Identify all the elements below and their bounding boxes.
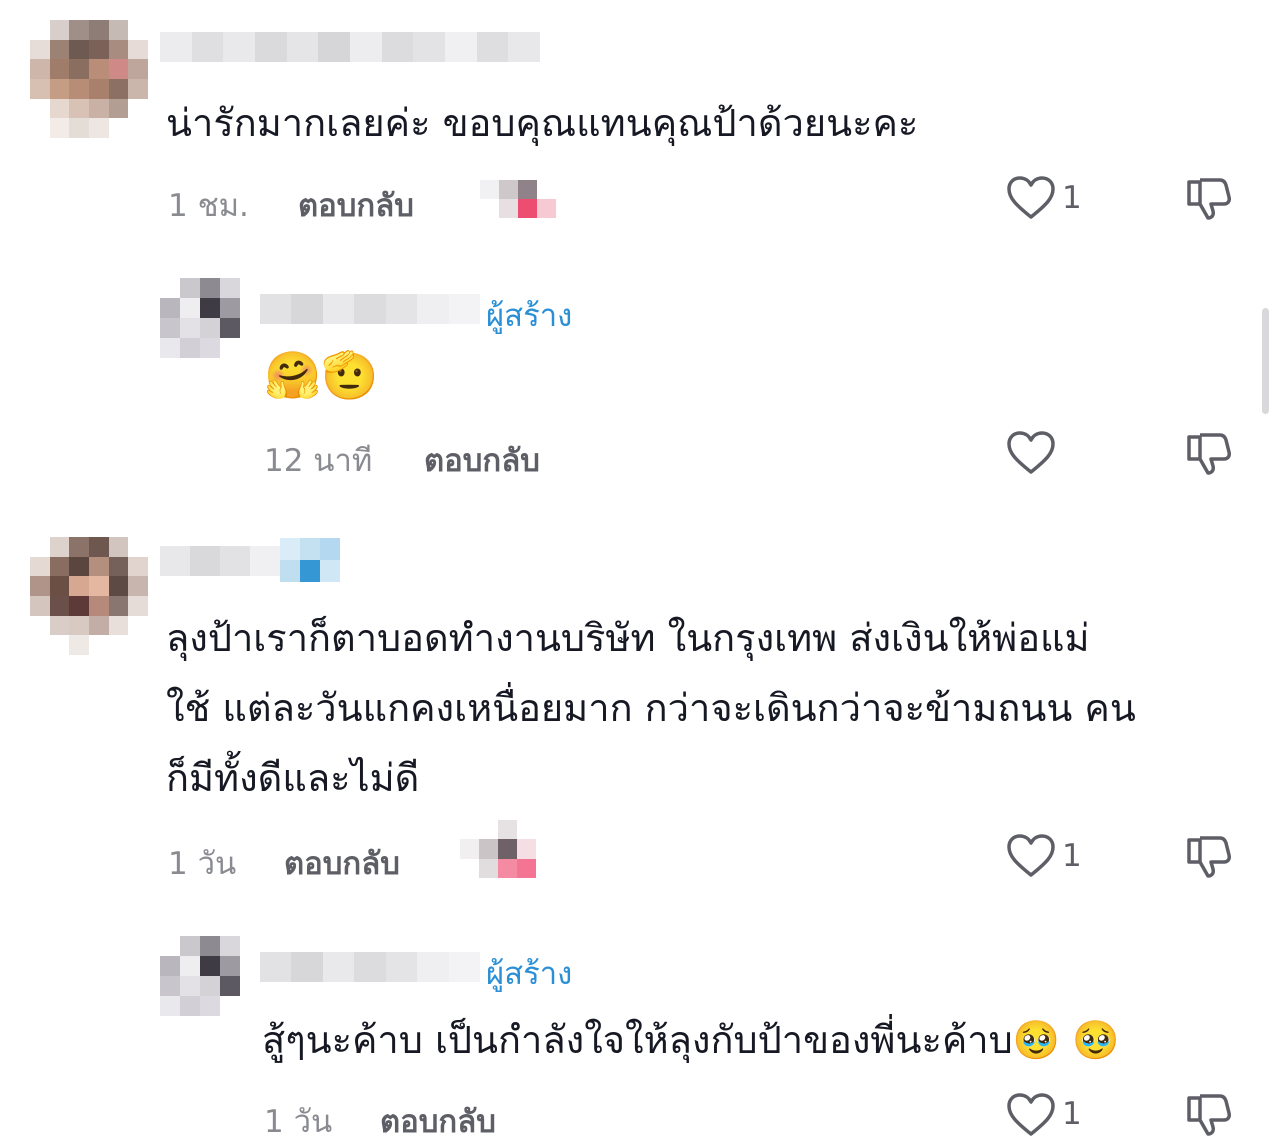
heart-outline-icon[interactable] [1006, 833, 1056, 879]
reply-button[interactable]: ตอบกลับ [380, 1096, 496, 1141]
avatar[interactable] [30, 537, 148, 655]
reply-button[interactable]: ตอบกลับ [284, 838, 400, 888]
avatar[interactable] [160, 936, 240, 1016]
comment-text: น่ารักมากเลยค่ะ ขอบคุณแทนคุณป้าด้วยนะคะ [166, 101, 919, 145]
dislike-icon[interactable] [1186, 176, 1232, 222]
liked-by-creator-avatar [460, 820, 536, 878]
reply-button[interactable]: ตอบกลับ [298, 180, 414, 230]
comment-text: ลุงป้าเราก็ตาบอดทำงานบริษัท ในกรุงเทพ ส่… [166, 616, 1136, 800]
scrollbar[interactable] [1262, 308, 1269, 414]
creator-badge: ผู้สร้าง [486, 956, 573, 992]
comments-panel: น่ารักมากเลยค่ะ ขอบคุณแทนคุณป้าด้วยนะคะ … [0, 0, 1280, 1141]
dislike-icon[interactable] [1186, 1092, 1232, 1138]
like-count: 1 [1062, 1096, 1082, 1132]
reply-text: สู้ๆนะค้าบ เป็นกำลังใจให้ลุงกับป้าของพี่… [262, 1018, 1120, 1062]
liked-by-creator-avatar [480, 180, 556, 218]
heart-outline-icon[interactable] [1006, 430, 1056, 476]
comment-time: 1 วัน [168, 846, 237, 882]
username[interactable] [260, 952, 480, 982]
username[interactable] [160, 546, 280, 576]
creator-badge: ผู้สร้าง [486, 298, 573, 334]
dislike-icon[interactable] [1186, 834, 1232, 880]
username[interactable] [260, 294, 480, 324]
like-count: 1 [1062, 838, 1082, 874]
reply-button[interactable]: ตอบกลับ [424, 435, 540, 485]
dislike-icon[interactable] [1186, 431, 1232, 477]
reply-text: 🤗🫡 [264, 348, 379, 402]
avatar[interactable] [160, 278, 240, 358]
avatar[interactable] [30, 20, 148, 138]
heart-outline-icon[interactable] [1006, 175, 1056, 221]
heart-outline-icon[interactable] [1006, 1092, 1056, 1138]
verified-badge-blur [280, 538, 340, 582]
reply-time: 1 วัน [264, 1104, 333, 1140]
like-count: 1 [1062, 180, 1082, 216]
comment-time: 1 ชม. [168, 188, 249, 224]
username[interactable] [160, 32, 541, 62]
reply-time: 12 นาที [264, 443, 373, 479]
